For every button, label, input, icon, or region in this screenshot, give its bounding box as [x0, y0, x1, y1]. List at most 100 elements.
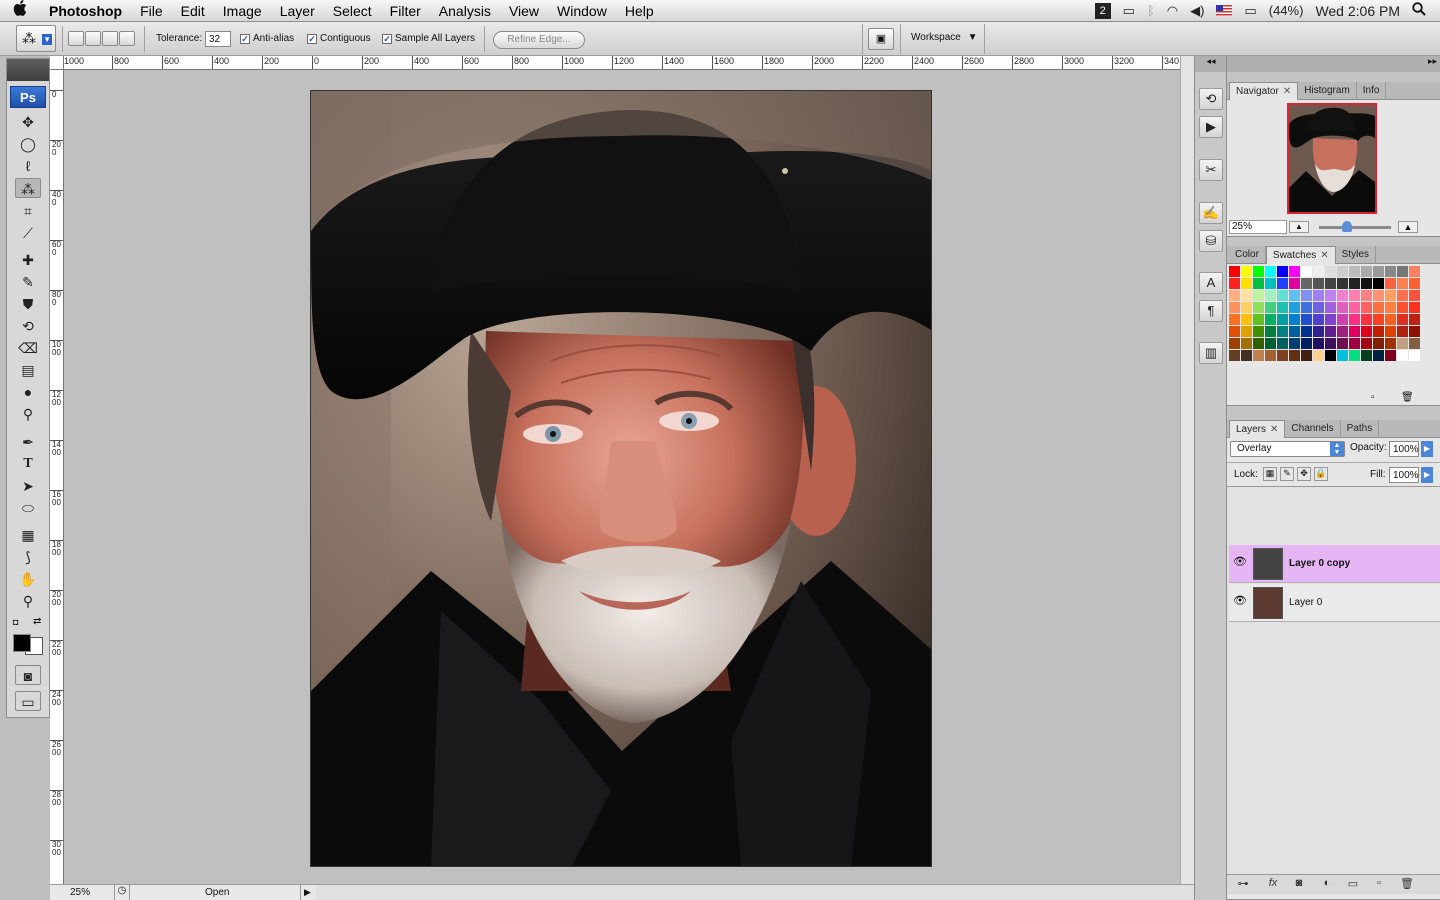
lock-image-icon[interactable]: ✎ [1280, 467, 1294, 481]
swatch[interactable] [1373, 278, 1384, 289]
apple-menu-icon[interactable] [0, 0, 40, 21]
actions-panel-icon[interactable]: ▶ [1199, 116, 1223, 138]
swatch[interactable] [1253, 278, 1264, 289]
swatch[interactable] [1373, 326, 1384, 337]
tools-panel-header[interactable] [7, 59, 49, 81]
swatch[interactable] [1265, 290, 1276, 301]
intersect-selection-button[interactable] [119, 31, 135, 46]
swatch[interactable] [1337, 326, 1348, 337]
notes-tool-icon[interactable]: ▦ [15, 525, 41, 545]
screen-mode-icon[interactable]: ▭ [15, 691, 41, 711]
tool-presets-icon[interactable]: ✂ [1199, 159, 1223, 181]
zoom-tool-icon[interactable]: ⚲ [15, 591, 41, 611]
menu-filter[interactable]: Filter [381, 0, 430, 22]
swatch[interactable] [1349, 350, 1360, 361]
opacity-arrow-icon[interactable]: ▶ [1421, 441, 1433, 457]
swatch[interactable] [1289, 266, 1300, 277]
healing-brush-tool-icon[interactable]: ✚ [15, 250, 41, 270]
vertical-scrollbar[interactable] [1180, 56, 1194, 886]
swatch[interactable] [1409, 290, 1420, 301]
character-panel-icon[interactable]: A [1199, 272, 1223, 294]
swatch[interactable] [1337, 338, 1348, 349]
fill-input[interactable]: 100% [1389, 467, 1419, 483]
swatch[interactable] [1301, 350, 1312, 361]
swatch[interactable] [1253, 326, 1264, 337]
swatch[interactable] [1253, 290, 1264, 301]
swatch[interactable] [1301, 278, 1312, 289]
swatch[interactable] [1301, 326, 1312, 337]
wifi-icon[interactable]: ◠ [1167, 3, 1178, 19]
swatch[interactable] [1397, 338, 1408, 349]
lock-all-icon[interactable]: 🔒 [1314, 467, 1328, 481]
swatch[interactable] [1229, 350, 1240, 361]
navigator-zoom-thumb[interactable] [1342, 221, 1352, 232]
swatch[interactable] [1361, 314, 1372, 325]
swatch[interactable] [1313, 326, 1324, 337]
ps-logo[interactable]: Ps [10, 86, 46, 108]
tab-channels[interactable]: Channels [1285, 420, 1341, 438]
swatch[interactable] [1313, 314, 1324, 325]
swatch[interactable] [1337, 266, 1348, 277]
new-group-icon[interactable]: ▭ [1343, 877, 1363, 890]
default-colors-icon[interactable]: ◘ [13, 617, 18, 627]
swatch[interactable] [1361, 290, 1372, 301]
tab-navigator[interactable]: Navigator ✕ [1229, 82, 1299, 100]
swatch[interactable] [1265, 350, 1276, 361]
swatch[interactable] [1409, 302, 1420, 313]
display-icon[interactable]: ▭ [1123, 3, 1135, 19]
contiguous-checkbox[interactable]: ✓ Contiguous [307, 33, 371, 44]
tab-styles[interactable]: Styles [1336, 246, 1376, 264]
menu-window[interactable]: Window [548, 0, 616, 22]
swatch[interactable] [1409, 338, 1420, 349]
swatch[interactable] [1289, 290, 1300, 301]
navigator-zoom-slider[interactable] [1319, 226, 1391, 229]
swatch[interactable] [1253, 350, 1264, 361]
swatch[interactable] [1385, 314, 1396, 325]
paragraph-panel-icon[interactable]: ¶ [1199, 300, 1223, 322]
swatch[interactable] [1229, 338, 1240, 349]
swatch[interactable] [1229, 278, 1240, 289]
lasso-tool-icon[interactable]: ℓ [15, 156, 41, 176]
shape-tool-icon[interactable]: ⬭ [15, 498, 41, 518]
swatch[interactable] [1277, 278, 1288, 289]
zoom-level[interactable]: 25% [70, 887, 90, 898]
menu-layer[interactable]: Layer [271, 0, 324, 22]
swatch[interactable] [1241, 338, 1252, 349]
swatch[interactable] [1265, 266, 1276, 277]
swatch[interactable] [1361, 326, 1372, 337]
layer-row[interactable]: 👁 Layer 0 [1229, 584, 1440, 622]
spaces-icon[interactable]: 2 [1094, 2, 1111, 19]
swatch[interactable] [1313, 338, 1324, 349]
swatch[interactable] [1385, 338, 1396, 349]
bluetooth-icon[interactable]: ᛒ [1147, 3, 1155, 18]
swatch[interactable] [1361, 350, 1372, 361]
menu-edit[interactable]: Edit [172, 0, 214, 22]
lock-position-icon[interactable]: ✥ [1297, 467, 1311, 481]
gradient-tool-icon[interactable]: ▤ [15, 360, 41, 380]
swatch[interactable] [1385, 302, 1396, 313]
swatch[interactable] [1337, 314, 1348, 325]
swatch[interactable] [1385, 326, 1396, 337]
swatch[interactable] [1229, 266, 1240, 277]
swatch[interactable] [1349, 290, 1360, 301]
quick-mask-icon[interactable]: ◙ [15, 665, 41, 685]
add-to-selection-button[interactable] [85, 31, 101, 46]
swatch[interactable] [1301, 314, 1312, 325]
fill-arrow-icon[interactable]: ▶ [1421, 467, 1433, 483]
swatch[interactable] [1361, 266, 1372, 277]
spotlight-icon[interactable] [1412, 2, 1426, 19]
swatch[interactable] [1349, 326, 1360, 337]
swatch[interactable] [1361, 278, 1372, 289]
swatch[interactable] [1349, 338, 1360, 349]
swatch[interactable] [1313, 350, 1324, 361]
swatch[interactable] [1397, 314, 1408, 325]
swatch[interactable] [1301, 302, 1312, 313]
clone-source-icon[interactable]: ⛁ [1199, 230, 1223, 252]
swatch[interactable] [1325, 302, 1336, 313]
swatch[interactable] [1337, 302, 1348, 313]
swatch[interactable] [1265, 326, 1276, 337]
swatch[interactable] [1325, 350, 1336, 361]
swatch[interactable] [1289, 278, 1300, 289]
swatch[interactable] [1289, 350, 1300, 361]
swatch[interactable] [1289, 314, 1300, 325]
